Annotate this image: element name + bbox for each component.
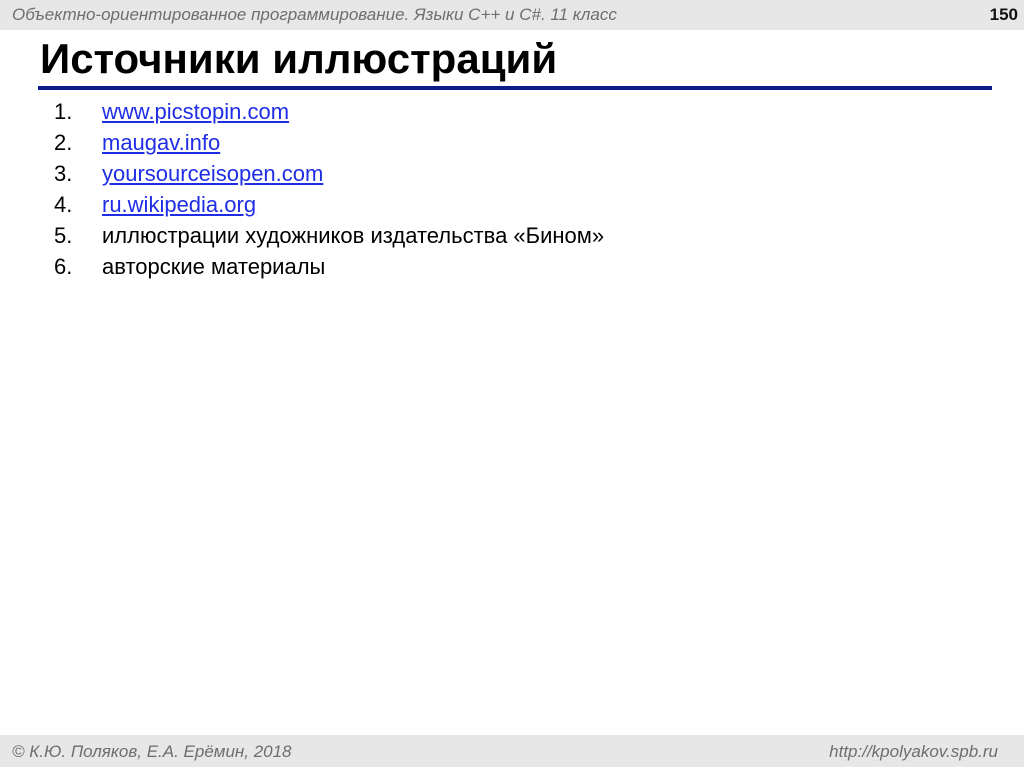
footer-url[interactable]: http://kpolyakov.spb.ru (829, 742, 998, 762)
source-text-authors: авторские материалы (102, 254, 326, 279)
list-item-number: 6. (54, 254, 73, 279)
presentation-slide: Объектно-ориентированное программировани… (0, 0, 1024, 767)
title-underline (38, 86, 992, 90)
source-text-binom: иллюстрации художников издательства «Бин… (102, 223, 605, 248)
footer-copyright: © К.Ю. Поляков, Е.А. Ерёмин, 2018 (12, 742, 292, 761)
slide-number: 150 (989, 5, 1018, 24)
course-title: Объектно-ориентированное программировани… (12, 5, 617, 24)
list-item: 2. maugav.info (54, 127, 604, 158)
sources-list: 1. www.picstopin.com 2. maugav.info 3. your… (54, 96, 604, 282)
list-item: 6. авторские материалы (54, 251, 604, 282)
list-item: 4. ru.wikipedia.org (54, 189, 604, 220)
footer-bar: © К.Ю. Поляков, Е.А. Ерёмин, 2018 http:/… (0, 735, 1024, 767)
source-link-picstopin[interactable]: www.picstopin.com (102, 99, 289, 124)
list-item-number: 2. (54, 130, 73, 155)
header-bar: Объектно-ориентированное программировани… (0, 0, 1024, 30)
slide-title: Источники иллюстраций (40, 35, 558, 82)
list-item: 1. www.picstopin.com (54, 96, 604, 127)
list-item: 3. yoursourceisopen.com (54, 158, 604, 189)
source-link-wikipedia[interactable]: ru.wikipedia.org (102, 192, 256, 217)
list-item-number: 3. (54, 161, 73, 186)
source-link-maugav[interactable]: maugav.info (102, 130, 220, 155)
source-link-yoursourceisopen[interactable]: yoursourceisopen.com (102, 161, 323, 186)
list-item-number: 1. (54, 99, 73, 124)
list-item: 5. иллюстрации художников издательства «Б… (54, 220, 604, 251)
list-item-number: 4. (54, 192, 73, 217)
list-item-number: 5. (54, 223, 73, 248)
